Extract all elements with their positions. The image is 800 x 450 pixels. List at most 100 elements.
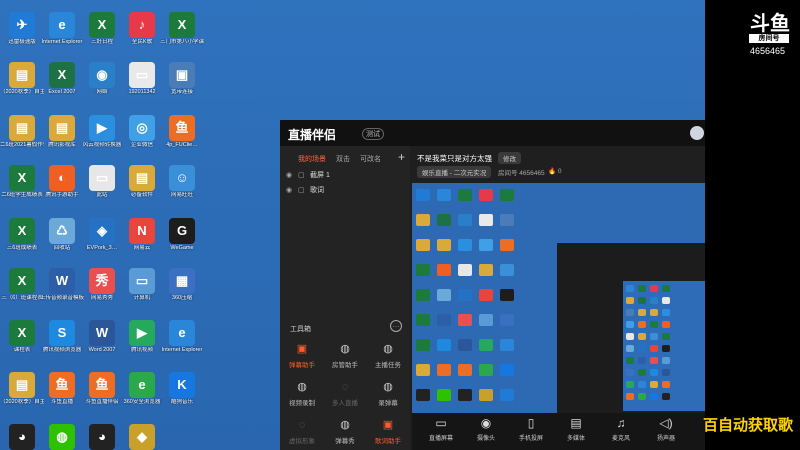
lyrics-icon: ▣ [382,419,394,431]
desktop-icon[interactable]: ▤ 二6班2021暑假作业 [0,115,44,148]
desktop-icon[interactable]: ◐ 腾讯手游助手 [40,165,84,198]
desktop-icon[interactable]: X Excel 2007 [40,62,84,95]
desktop-icon[interactable]: G WeGame [160,218,204,251]
tab-double-click[interactable]: 双击 [336,154,350,164]
more-icon[interactable]: … [390,320,402,332]
stream-overlay: 斗鱼 房间号 4656465 [705,0,800,450]
source-phone-cast[interactable]: ▯ 手机投屏 [514,416,548,442]
folder-icon: ▤ [9,372,35,398]
desktop-icon[interactable]: ▭ 192011342 [120,62,164,95]
desktop-icon[interactable]: ✈ 迅雷极速版 [0,12,44,45]
desktop-icon-label: 腾讯手游助手 [45,192,79,198]
netease-icon: N [129,218,155,244]
stream-preview [412,183,705,413]
preview-mini-icon [500,239,514,251]
360-browser-icon: e [129,372,155,398]
folder-icon: ▤ [49,115,75,141]
tool-admin[interactable]: ◍ 房管助手 [325,342,365,369]
desktop-icon[interactable]: ☺ 网易旺旺 [160,165,204,198]
tool-multi-live[interactable]: ◌ 多人直播 [325,380,365,407]
preview-mini-icon [500,389,514,401]
nested-mini-icon [650,297,658,304]
desktop-icon[interactable]: e Internet Explorer [160,320,204,353]
tab-rename[interactable]: 可改名 [360,154,381,164]
desktop-icon[interactable]: ◕ [0,424,44,450]
desktop-icon[interactable]: ▦ 360压缩 [160,268,204,301]
preview-mini-icon [479,189,493,201]
lock-icon[interactable]: ▢ [298,186,306,194]
desktop-icon[interactable]: ▤（2020秋季）自主与互 [0,372,44,405]
source-screen[interactable]: ▭ 直播屏幕 [424,416,458,442]
desktop-icon[interactable]: e 360安全浏览器 [120,372,164,405]
eye-icon[interactable]: ◉ [286,186,294,194]
desktop-icon[interactable]: ◉ 网络 [80,62,124,95]
eye-icon[interactable]: ◉ [286,171,294,179]
category-selector[interactable]: 娱乐直播 - 二次元实况 [417,166,492,178]
desktop-icon[interactable]: ◆ [120,424,164,450]
source-item[interactable]: ◉ ▢ 截屏 1 [286,170,330,180]
tool-danmaku-show[interactable]: ◍ 弹幕秀 [325,418,365,445]
nested-mini-icon [650,369,658,376]
desktop-icon[interactable]: 鱼 4p_FUClie… [160,115,204,148]
desktop-icon[interactable]: 秀网易秀秀 [80,268,124,301]
desktop-icon[interactable]: ▭ 此站 [80,165,124,198]
preview-mini-icon [458,239,472,251]
video-convert-icon: ▶ [89,115,115,141]
source-speaker[interactable]: ◁) 扬声器 [649,416,683,442]
source-label: 手机投屏 [518,436,543,442]
desktop-icon-label: EVPork_3… [86,245,118,251]
add-scene-button[interactable]: + [398,150,405,164]
source-mic[interactable]: ♫ 麦克风 [604,416,638,442]
tab-my-scene[interactable]: 我的场景 [298,154,326,164]
edit-title-button[interactable]: 修改 [498,152,521,164]
source-camera[interactable]: ◉ 摄像头 [469,416,503,442]
desktop-icon[interactable]: ▶ 腾讯视频 [120,320,164,353]
lock-icon[interactable]: ▢ [298,171,306,179]
desktop-icon[interactable]: 鱼斗鱼直播 [40,372,84,405]
desktop-icon[interactable]: X 课程表 [0,320,44,353]
desktop-icon[interactable]: ♺ 回收站 [40,218,84,251]
preview-mini-icon [416,389,430,401]
desktop-icon[interactable]: 鱼斗鱼直播伴侣 [80,372,124,405]
desktop-icon[interactable]: S 腾讯视频浏览器 [40,320,84,353]
desktop-icon[interactable]: ▶ 风云视频转换器 [80,115,124,148]
desktop-icon[interactable]: X 二6班学生成绩表 [0,165,44,198]
desktop-icon[interactable]: X 三6班成绩表 [0,218,44,251]
tool-task[interactable]: ◍ 主播任务 [368,342,408,369]
desktop-icon[interactable]: ◎ 企业微信 [120,115,164,148]
danmaku-record-icon: ◍ [383,381,393,393]
doc-icon: ▭ [89,165,115,191]
tool-lyrics[interactable]: ▣ 歌词助手 [368,418,408,445]
tool-avatar[interactable]: ◌ 虚拟形象 [282,418,322,445]
desktop-icon[interactable]: N 网易云 [120,218,164,251]
desktop-icon[interactable]: ◍ [40,424,84,450]
desktop-icon[interactable]: e Internet Explorer [40,12,84,45]
desktop-icon[interactable]: ◈ EVPork_3… [80,218,124,251]
desktop-icon[interactable]: K 酷狗音乐 [160,372,204,405]
source-item[interactable]: ◉ ▢ 歌词 [286,185,324,195]
desktop-icon[interactable]: ▭ 计算机 [120,268,164,301]
tool-danmaku[interactable]: ▣ 弹幕助手 [282,342,322,369]
desktop-icon[interactable]: X三门市第八小学课外学习 [160,12,204,45]
tool-danmaku-record[interactable]: ◍ 录弹幕 [368,380,408,407]
nested-mini-icon [626,321,634,328]
desktop-icon[interactable]: ▤（2020秋季）自主与互 [0,62,44,95]
desktop-icon[interactable]: W 上传音频录音模板 [40,268,84,301]
desktop-icon[interactable]: ▤ 腾讯影视库 [40,115,84,148]
preview-mini-icon [437,214,451,226]
desktop-icon[interactable]: ♪ 全民K歌 [120,12,164,45]
preview-mini-icon [458,264,472,276]
preview-mini-icon [416,364,430,376]
desktop-icon[interactable]: W Word 2007 [80,320,124,353]
desktop-icon-label: 课程表 [13,347,31,353]
desktop-icon-label: 二6班2021暑假作业 [0,142,44,148]
avatar[interactable] [690,126,704,140]
desktop-icon[interactable]: X 三好日程 [80,12,124,45]
desktop-icon[interactable]: ▤ 必备软件 [120,165,164,198]
desktop-icon[interactable]: ▣ 宽带连接 [160,62,204,95]
preview-mini-icon [479,214,493,226]
source-media[interactable]: ▤ 多媒体 [559,416,593,442]
tool-record[interactable]: ◍ 视频录制 [282,380,322,407]
desktop-icon[interactable]: ◕ [80,424,124,450]
desktop-icon[interactable]: X 三（6）班课程表 [0,268,44,301]
